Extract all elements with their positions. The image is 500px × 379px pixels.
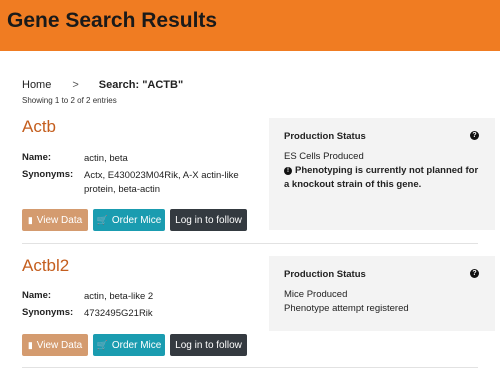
breadcrumb-home-link[interactable]: Home — [22, 79, 51, 91]
gene-synonyms-value: 4732495G21Rik — [84, 308, 153, 319]
view-data-button[interactable]: ▮ View Data — [22, 209, 88, 231]
gene-synonyms-row: Synonyms: 4732495G21Rik — [22, 307, 252, 321]
exclamation-circle-icon: ! — [284, 167, 292, 175]
gene-synonyms-label: Synonyms: — [22, 307, 74, 318]
production-status-text: Mice Produced — [284, 289, 348, 300]
view-data-label: View Data — [36, 339, 83, 351]
order-mice-label: Order Mice — [111, 339, 162, 351]
breadcrumb-current: Search: "ACTB" — [98, 79, 184, 91]
order-mice-label: Order Mice — [111, 214, 162, 226]
login-to-follow-button[interactable]: Log in to follow — [170, 334, 247, 356]
gene-symbol-link[interactable]: Actbl2 — [22, 256, 69, 276]
result-divider — [22, 367, 478, 368]
page-title: Gene Search Results — [7, 9, 218, 32]
view-data-button[interactable]: ▮ View Data — [22, 334, 88, 356]
production-status-title: Production Status — [284, 269, 366, 280]
view-data-label: View Data — [36, 214, 83, 226]
login-to-follow-button[interactable]: Log in to follow — [170, 209, 247, 231]
gene-name-row: Name: actin, beta — [22, 152, 252, 166]
results-summary: Showing 1 to 2 of 2 entries — [22, 96, 117, 105]
shopping-cart-icon: 🛒 — [96, 214, 108, 225]
production-status-panel: Production Status ? Mice Produced Phenot… — [269, 256, 495, 331]
production-status-panel: Production Status ? ES Cells Produced ! P… — [269, 118, 495, 230]
chevron-right-icon: > — [72, 79, 79, 91]
help-icon[interactable]: ? — [470, 269, 479, 278]
login-to-follow-label: Log in to follow — [175, 214, 242, 226]
order-mice-button[interactable]: 🛒 Order Mice — [93, 209, 165, 231]
production-status-text: ES Cells Produced — [284, 151, 364, 162]
gene-synonyms-value: Actx, E430023M04Rik, A-X actin-like prot… — [84, 170, 239, 195]
gene-actions: ▮ View Data 🛒 Order Mice Log in to follow — [22, 334, 252, 356]
gene-name-label: Name: — [22, 152, 52, 163]
shopping-cart-icon: 🛒 — [96, 339, 108, 350]
bar-chart-icon: ▮ — [27, 214, 33, 225]
phenotyping-warning: ! Phenotyping is currently not planned fo… — [284, 164, 484, 192]
breadcrumb: Home > Search: "ACTB" — [22, 79, 183, 91]
gene-name-value: actin, beta-like 2 — [84, 291, 154, 302]
production-status-text: Phenotype attempt registered — [284, 303, 409, 314]
gene-actions: ▮ View Data 🛒 Order Mice Log in to follow — [22, 209, 252, 231]
gene-name-value: actin, beta — [84, 153, 128, 164]
bar-chart-icon: ▮ — [27, 339, 33, 350]
login-to-follow-label: Log in to follow — [175, 339, 242, 351]
production-status-title: Production Status — [284, 131, 366, 142]
gene-symbol-link[interactable]: Actb — [22, 117, 56, 137]
gene-name-label: Name: — [22, 290, 52, 301]
result-divider — [22, 243, 478, 244]
page-header: Gene Search Results — [0, 0, 500, 51]
order-mice-button[interactable]: 🛒 Order Mice — [93, 334, 165, 356]
gene-synonyms-label: Synonyms: — [22, 169, 74, 180]
gene-name-row: Name: actin, beta-like 2 — [22, 290, 252, 304]
phenotyping-warning-text: Phenotyping is currently not planned for… — [284, 165, 479, 190]
help-icon[interactable]: ? — [470, 131, 479, 140]
gene-synonyms-row: Synonyms: Actx, E430023M04Rik, A-X actin… — [22, 169, 252, 197]
